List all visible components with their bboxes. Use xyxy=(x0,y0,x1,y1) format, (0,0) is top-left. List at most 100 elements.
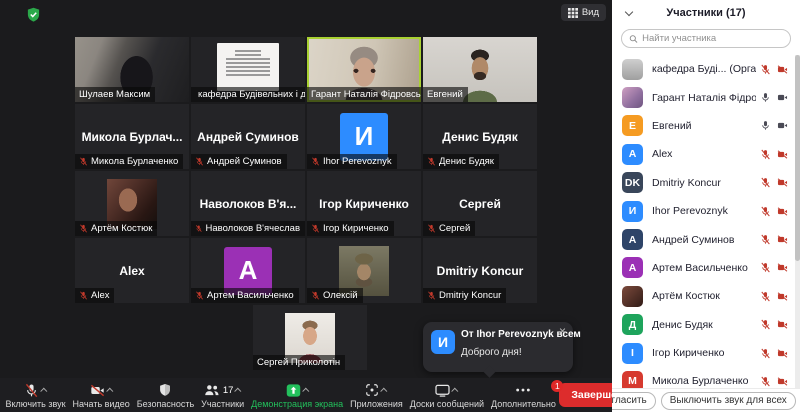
camera-muted-icon xyxy=(777,262,788,273)
video-tile[interactable]: Dmitriy Koncur Dmitriy Koncur xyxy=(423,238,537,303)
end-meeting-button[interactable]: Завершение xyxy=(559,383,612,407)
participant-row[interactable]: кафедра Буді... (Организатор, я) xyxy=(612,55,794,83)
tile-name-label: Денис Будяк xyxy=(423,154,499,169)
participant-name: Ihor Perevoznyk xyxy=(652,205,756,217)
participant-row[interactable]: ААртем Васильченко xyxy=(612,254,794,282)
participant-row[interactable]: AAlex xyxy=(612,140,794,168)
participant-row[interactable]: І Ігор Кириченко xyxy=(612,339,794,367)
chat-notification-popup[interactable]: И От Ihor Perevoznyk всем Доброго дня! × xyxy=(423,322,573,372)
tile-name-label: Сергей Приколотін xyxy=(253,355,345,370)
mic-muted-icon xyxy=(760,376,771,387)
participant-avatar: І xyxy=(622,343,643,364)
participant-row[interactable]: ДДенис Будяк xyxy=(612,311,794,339)
toolbar-item-label: Начать видео xyxy=(73,399,130,409)
participant-row[interactable]: А Андрей Суминов xyxy=(612,225,794,253)
participant-row[interactable]: ММикола Бурлаченко xyxy=(612,367,794,388)
camera-muted-icon xyxy=(777,149,788,160)
video-tile[interactable]: Alex Alex xyxy=(75,238,189,303)
tile-name-label: Микола Бурлаченко xyxy=(75,154,183,169)
tile-name-label: Наволоков В'ячеслав xyxy=(191,221,305,236)
participant-name: Артем Васильченко xyxy=(652,262,756,274)
mic-muted-icon xyxy=(311,157,320,166)
participant-search[interactable] xyxy=(621,29,791,48)
tile-name-label: Олексій xyxy=(307,288,363,303)
video-tile[interactable]: Шулаев Максим xyxy=(75,37,189,102)
tile-name-label: Alex xyxy=(75,288,114,303)
video-tile[interactable]: Сергей Сергей xyxy=(423,171,537,236)
participant-name: кафедра Буді... (Организатор, я) xyxy=(652,63,756,75)
mic-muted-icon xyxy=(79,224,88,233)
toolbar-item-label: Приложения xyxy=(350,399,403,409)
video-tile[interactable]: И Ihor Perevoznyk xyxy=(307,104,421,169)
shared-document xyxy=(217,43,279,91)
view-button[interactable]: Вид xyxy=(561,4,606,21)
zoom-meeting-window: Вид Шулаев Максим кафедра Будівельних і … xyxy=(0,0,800,412)
toolbar-item-more[interactable]: Дополнительно1 xyxy=(488,381,560,410)
toolbar-item-mic-muted[interactable]: Включить звук xyxy=(2,381,69,410)
panel-scrollbar[interactable] xyxy=(795,55,800,388)
camera-muted-icon xyxy=(777,206,788,217)
tile-name-label: Сергей xyxy=(423,221,475,236)
video-tile[interactable]: Артём Костюк xyxy=(75,171,189,236)
participant-av-status xyxy=(760,319,788,330)
camera-muted-icon xyxy=(777,348,788,359)
mic-muted-icon xyxy=(311,291,320,300)
video-tile[interactable]: кафедра Будівельних і до... xyxy=(191,37,305,102)
close-icon[interactable]: × xyxy=(559,325,566,337)
toolbar-item-participants[interactable]: 17Участники xyxy=(198,381,248,410)
share-screen-icon xyxy=(286,383,301,398)
chevron-up-icon[interactable] xyxy=(235,387,242,394)
video-tile[interactable]: Наволоков В'я... Наволоков В'ячеслав xyxy=(191,171,305,236)
participant-count: 17 xyxy=(223,385,234,396)
chat-sender-avatar: И xyxy=(431,330,455,354)
participant-av-status xyxy=(760,234,788,245)
chevron-up-icon[interactable] xyxy=(40,387,47,394)
participant-name: Денис Будяк xyxy=(652,319,756,331)
chevron-up-icon[interactable] xyxy=(106,387,113,394)
toolbar-item-apps[interactable]: Приложения xyxy=(347,381,407,410)
popup-tail xyxy=(483,365,496,378)
participant-avatar: А xyxy=(622,229,643,250)
video-tile[interactable]: Олексій xyxy=(307,238,421,303)
participant-name: Микола Бурлаченко xyxy=(652,375,756,387)
tile-name-label: Евгений xyxy=(423,87,468,102)
participant-name: Андрей Суминов xyxy=(652,234,756,246)
participant-row[interactable]: DKDmitriy Koncur xyxy=(612,169,794,197)
video-tile[interactable]: Денис Будяк Денис Будяк xyxy=(423,104,537,169)
participant-name: Ігор Кириченко xyxy=(652,347,756,359)
chevron-up-icon[interactable] xyxy=(452,387,459,394)
video-tile[interactable]: Андрей Суминов Андрей Суминов xyxy=(191,104,305,169)
shield-icon xyxy=(158,383,172,397)
participant-row[interactable]: ЕЕвгений xyxy=(612,112,794,140)
video-tile[interactable]: А Артем Васильченко xyxy=(191,238,305,303)
participant-row[interactable]: Гарант Наталія Фідровська xyxy=(612,83,794,111)
video-grid: Шулаев Максим кафедра Будівельних і до..… xyxy=(75,37,537,370)
mic-muted-icon xyxy=(427,157,436,166)
meeting-toolbar: Включить звук Начать видео Безопасность … xyxy=(0,378,612,412)
mic-muted-icon xyxy=(760,177,771,188)
chevron-down-icon[interactable] xyxy=(625,8,633,16)
video-tile[interactable]: Ігор Кириченко Ігор Кириченко xyxy=(307,171,421,236)
tile-name-label: Артём Костюк xyxy=(75,221,157,236)
video-tile[interactable]: Микола Бурлач... Микола Бурлаченко xyxy=(75,104,189,169)
chat-popup-title: От Ihor Perevoznyk всем xyxy=(461,329,565,340)
video-tile[interactable]: Сергей Приколотін xyxy=(253,305,367,370)
tile-name-label: Артем Васильченко xyxy=(191,288,299,303)
participants-icon xyxy=(204,383,220,397)
participant-av-status xyxy=(760,348,788,359)
chevron-up-icon[interactable] xyxy=(381,387,388,394)
mic-muted-icon xyxy=(760,149,771,160)
search-input[interactable] xyxy=(642,33,783,44)
toolbar-item-share-screen[interactable]: Демонстрация экрана xyxy=(248,381,347,410)
participant-row[interactable]: ИIhor Perevoznyk xyxy=(612,197,794,225)
participant-row[interactable]: Артём Костюк xyxy=(612,282,794,310)
video-tile[interactable]: Евгений xyxy=(423,37,537,102)
toolbar-item-camera-muted[interactable]: Начать видео xyxy=(69,381,133,410)
toolbar-item-shield[interactable]: Безопасность xyxy=(133,381,197,410)
chevron-up-icon[interactable] xyxy=(302,387,309,394)
video-tile[interactable]: Гарант Наталія Фідровська xyxy=(307,37,421,102)
scrollbar-thumb[interactable] xyxy=(795,55,800,261)
toolbar-item-whiteboard[interactable]: Доски сообщений xyxy=(406,381,487,410)
encryption-shield-icon[interactable] xyxy=(26,7,41,23)
mute-all-button[interactable]: Выключить звук для всех xyxy=(661,392,796,410)
